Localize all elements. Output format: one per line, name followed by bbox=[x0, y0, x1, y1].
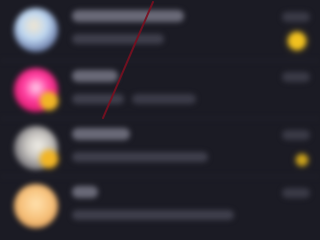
chat-list-item[interactable] bbox=[0, 120, 320, 178]
chat-preview bbox=[72, 34, 164, 44]
chat-preview bbox=[72, 94, 124, 104]
divider bbox=[0, 176, 320, 177]
divider bbox=[0, 118, 320, 119]
chat-list bbox=[0, 0, 320, 240]
status-badge bbox=[40, 92, 58, 110]
chat-preview bbox=[72, 210, 234, 220]
chat-name bbox=[72, 70, 118, 82]
status-badge bbox=[40, 150, 58, 168]
chat-time bbox=[282, 130, 310, 140]
chat-list-item[interactable] bbox=[0, 62, 320, 120]
avatar bbox=[14, 8, 58, 52]
chat-name bbox=[72, 10, 184, 22]
chat-list-item[interactable] bbox=[0, 178, 320, 236]
chat-time bbox=[282, 72, 310, 82]
chat-name bbox=[72, 128, 130, 140]
chat-time bbox=[282, 188, 310, 198]
chat-preview-extra bbox=[132, 94, 196, 104]
avatar bbox=[14, 184, 58, 228]
chat-name bbox=[72, 186, 98, 198]
chat-list-screen bbox=[0, 0, 320, 240]
divider bbox=[0, 60, 320, 61]
unread-indicator bbox=[288, 32, 306, 50]
chat-time bbox=[282, 12, 310, 22]
chat-preview bbox=[72, 152, 208, 162]
chat-list-item[interactable] bbox=[0, 2, 320, 60]
unread-indicator bbox=[296, 154, 308, 166]
